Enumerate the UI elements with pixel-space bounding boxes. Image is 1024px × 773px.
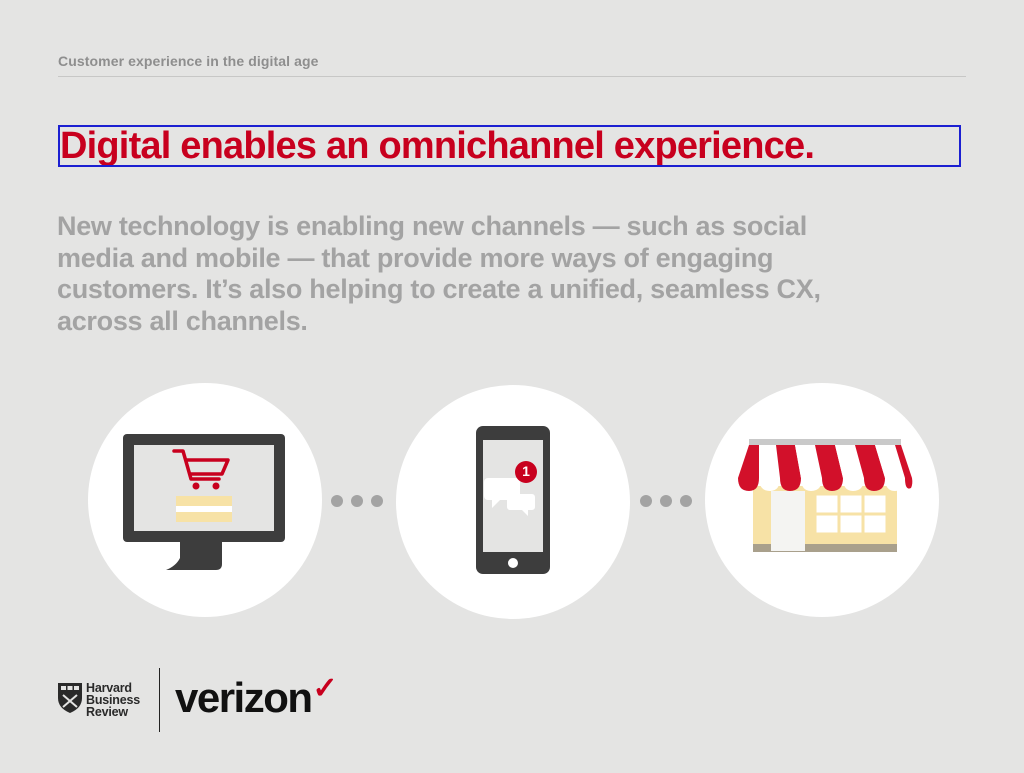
header-divider [58,76,966,77]
connector-dots [640,495,692,507]
section-kicker: Customer experience in the digital age [58,53,319,69]
intro-paragraph: New technology is enabling new channels … [57,211,821,336]
verizon-check-icon: ✓ [312,672,338,705]
desktop-shopping-cart-icon [123,434,285,570]
notification-badge: 1 [522,463,530,479]
hbr-shield-logo [58,683,82,713]
hbr-wordmark: Harvard Business Review [86,682,140,719]
footer-divider [159,668,160,732]
connector-dots [331,495,383,507]
hbr-line3: Review [86,705,128,719]
verizon-logo: verizon✓ [175,672,338,722]
page-title[interactable]: Digital enables an omnichannel experienc… [58,125,961,167]
storefront-awning-icon [738,439,913,552]
phone-chat-notification-icon [476,426,550,574]
verizon-wordmark: verizon [175,674,313,721]
